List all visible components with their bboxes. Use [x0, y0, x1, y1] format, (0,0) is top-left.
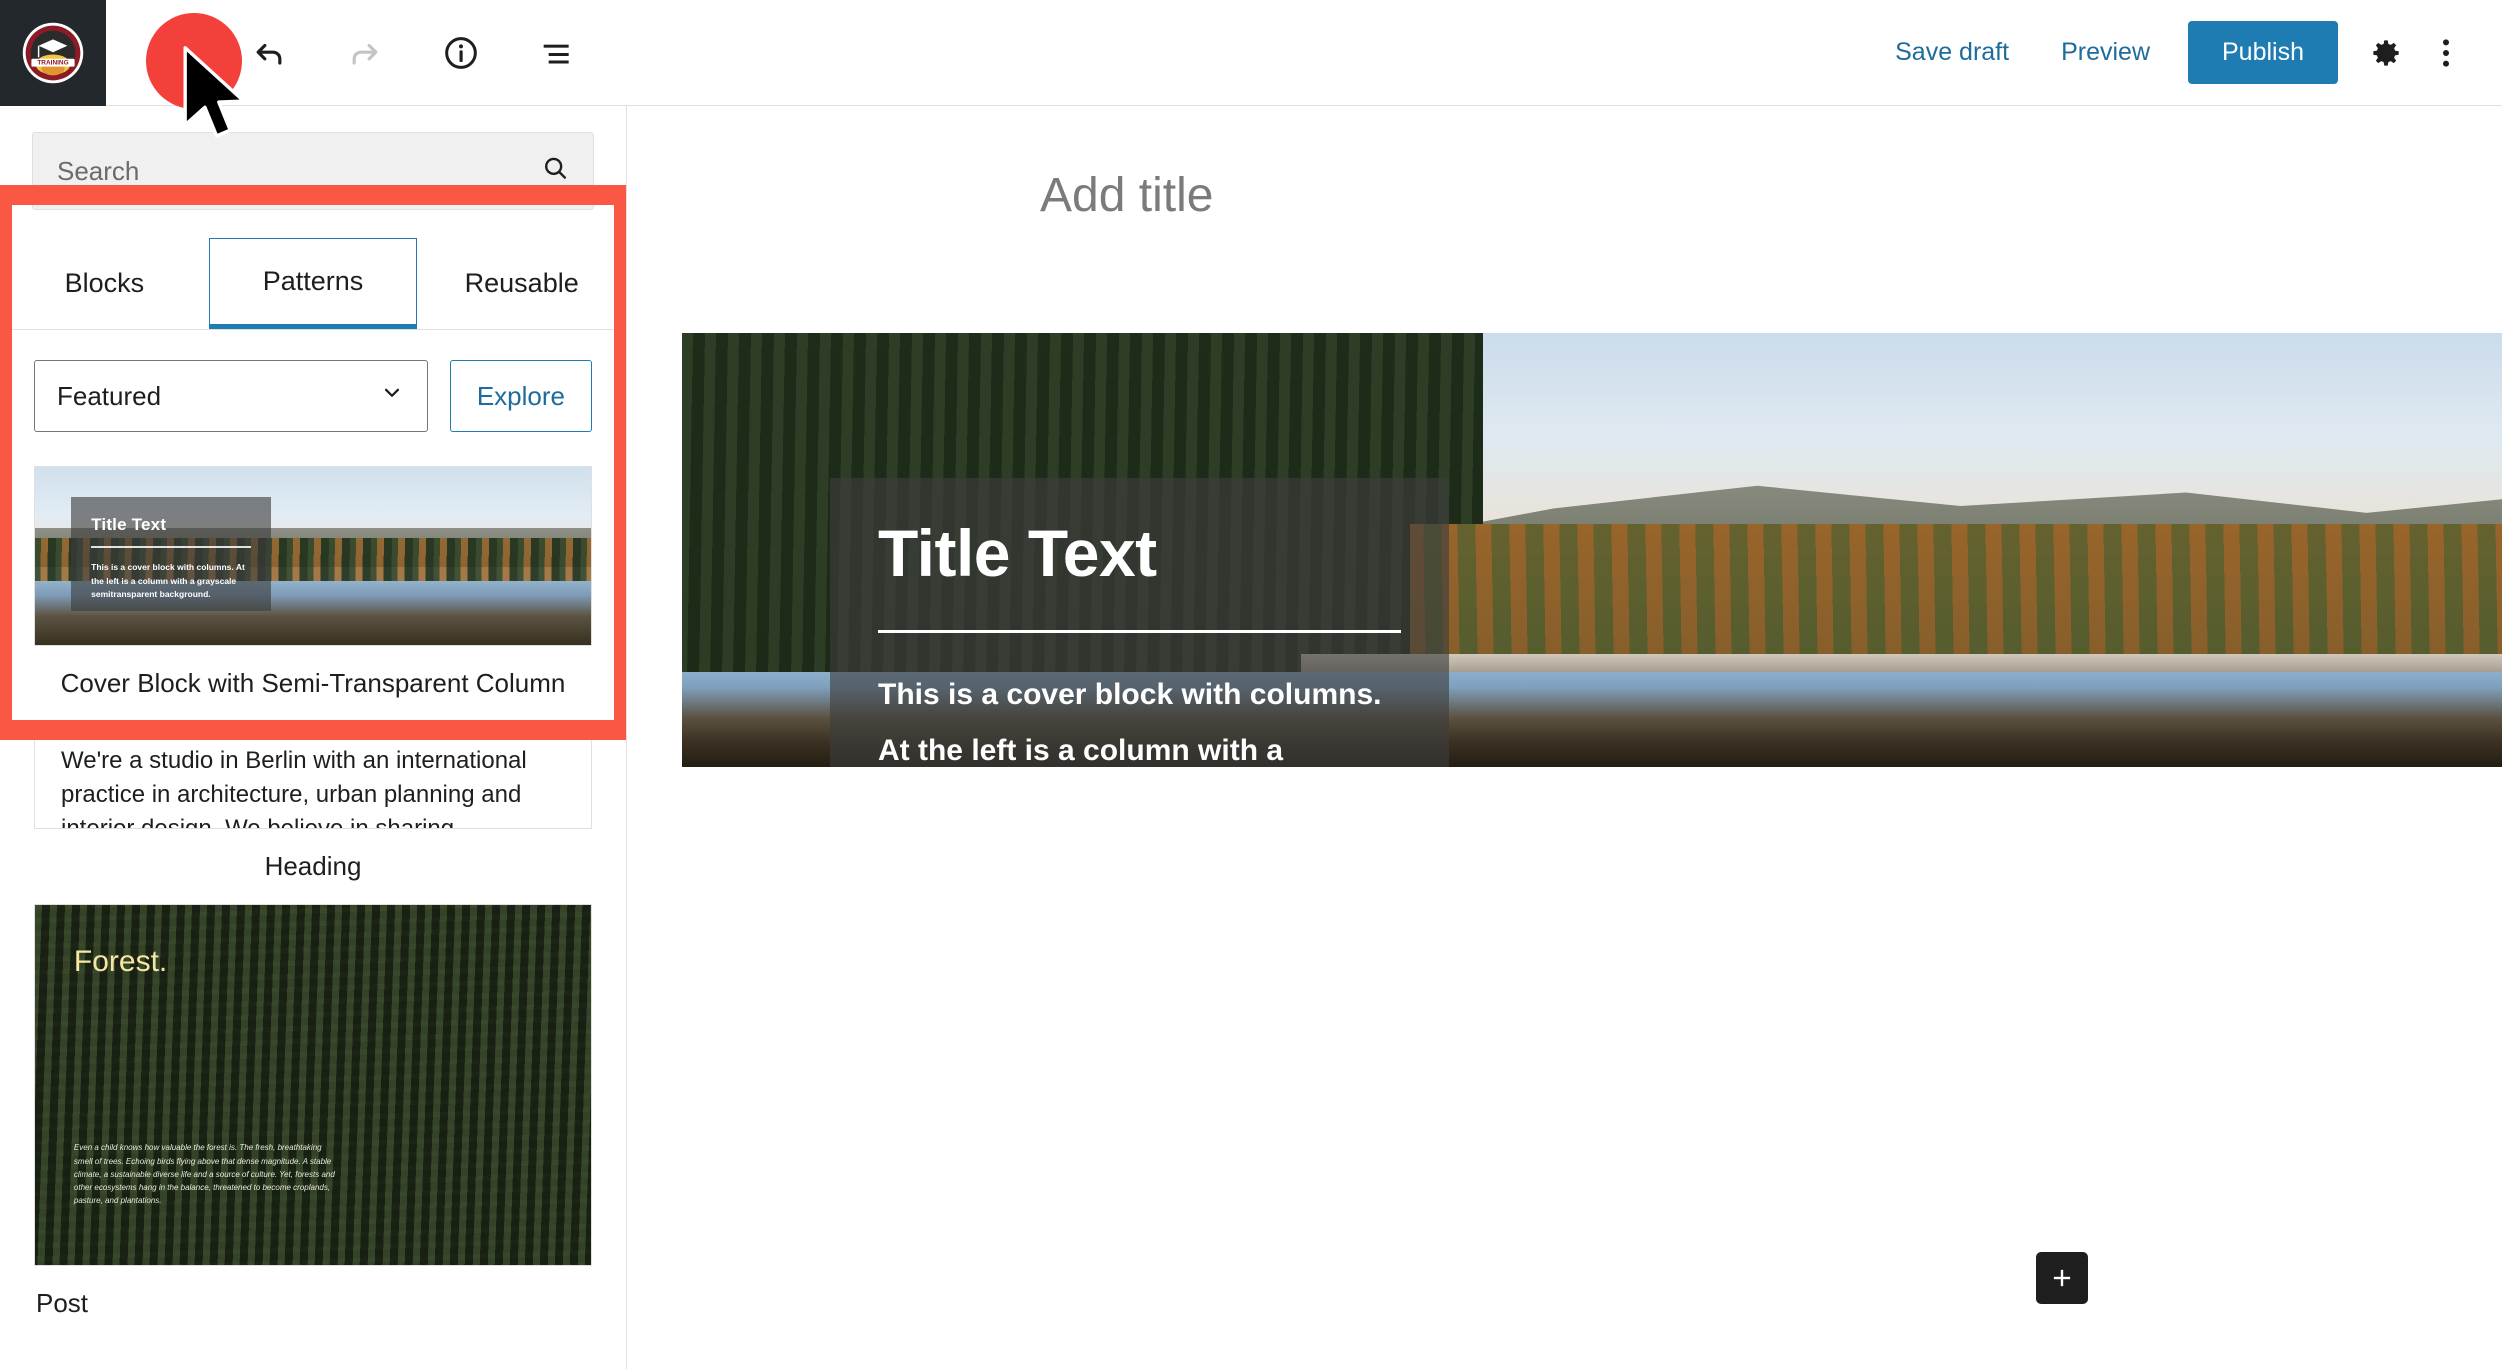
editor-body: Blocks Patterns Reusable Featured Explor…: [0, 106, 2502, 1369]
info-icon: [445, 36, 477, 69]
inserter-search-area: [0, 106, 626, 210]
preview-button[interactable]: Preview: [2035, 24, 2176, 81]
redo-icon-button[interactable]: [334, 22, 396, 84]
pattern-preview-heading-text: We're a studio in Berlin with an interna…: [61, 747, 527, 829]
cover-title-heading[interactable]: Title Text: [878, 520, 1449, 586]
chevron-down-icon: [379, 380, 405, 413]
pattern-preview-forest-body: Even a child knows how valuable the fore…: [73, 1143, 335, 1206]
site-logo-tile[interactable]: TRAINING: [0, 0, 106, 106]
cover-block[interactable]: Title Text This is a cover block with co…: [682, 333, 2502, 767]
info-icon-button[interactable]: [430, 22, 492, 84]
pattern-category-select[interactable]: Featured: [34, 360, 428, 432]
top-bar-right-tools: Save draft Preview Publish: [1869, 21, 2502, 84]
pattern-preview-divider: [91, 546, 252, 549]
pattern-list-item-heading[interactable]: We're a studio in Berlin with an interna…: [0, 721, 626, 888]
search-icon: [539, 153, 571, 190]
editor-canvas: Add title Title Text This is a cover blo…: [628, 106, 2502, 1369]
pattern-preview-overlay-column: Title Text This is a cover block with co…: [71, 497, 272, 612]
svg-text:TRAINING: TRAINING: [37, 59, 68, 66]
search-input[interactable]: [57, 155, 569, 187]
pattern-list-item-cover[interactable]: Title Text This is a cover block with co…: [0, 466, 626, 705]
kebab-menu-icon: [2442, 38, 2450, 67]
post-title-placeholder[interactable]: Add title: [628, 106, 2502, 223]
add-block-button[interactable]: [2036, 1252, 2088, 1304]
pattern-caption-cover: Cover Block with Semi-Transparent Column: [60, 668, 566, 698]
undo-icon: [256, 43, 282, 65]
pattern-category-row: Featured Explore: [0, 330, 626, 432]
gear-icon: [2373, 39, 2399, 66]
redo-icon: [352, 43, 378, 65]
pattern-preview-forest-title: Forest.: [73, 944, 168, 978]
pattern-list-item-post[interactable]: Forest. Even a child knows how valuable …: [0, 904, 626, 1325]
list-view-icon-button[interactable]: [526, 22, 588, 84]
cover-divider: [878, 630, 1401, 633]
explore-patterns-button[interactable]: Explore: [449, 360, 592, 432]
training-badge-icon: TRAINING: [22, 22, 84, 83]
publish-button[interactable]: Publish: [2188, 21, 2338, 84]
pattern-preview-title: Title Text: [91, 515, 167, 535]
inserter-tabs: Blocks Patterns Reusable: [0, 238, 626, 330]
pattern-caption-heading: Heading: [264, 851, 362, 881]
pattern-category-value: Featured: [57, 380, 162, 411]
tab-blocks[interactable]: Blocks: [0, 238, 209, 329]
pattern-preview-body: This is a cover block with columns. At t…: [91, 562, 245, 600]
pattern-caption-post: Post: [36, 1288, 89, 1318]
cover-body-paragraph[interactable]: This is a cover block with columns. At t…: [878, 667, 1401, 767]
pattern-preview-heading[interactable]: We're a studio in Berlin with an interna…: [34, 721, 592, 829]
pattern-preview-post[interactable]: Forest. Even a child knows how valuable …: [34, 904, 592, 1266]
more-options-icon-button[interactable]: [2416, 23, 2476, 83]
block-inserter-panel: Blocks Patterns Reusable Featured Explor…: [0, 106, 627, 1369]
plus-icon: [2053, 1269, 2071, 1287]
pattern-preview-cover[interactable]: Title Text This is a cover block with co…: [34, 466, 592, 646]
save-draft-button[interactable]: Save draft: [1869, 24, 2035, 81]
cover-overlay-column[interactable]: Title Text This is a cover block with co…: [830, 478, 1449, 767]
editor-top-bar: TRAINING Save draft Preview Publish: [0, 0, 2502, 106]
settings-gear-icon-button[interactable]: [2356, 23, 2416, 83]
search-box[interactable]: [32, 132, 594, 210]
list-view-icon: [543, 44, 569, 63]
tab-reusable[interactable]: Reusable: [417, 238, 626, 329]
tab-patterns[interactable]: Patterns: [208, 238, 418, 329]
mouse-cursor-icon: [183, 46, 246, 138]
